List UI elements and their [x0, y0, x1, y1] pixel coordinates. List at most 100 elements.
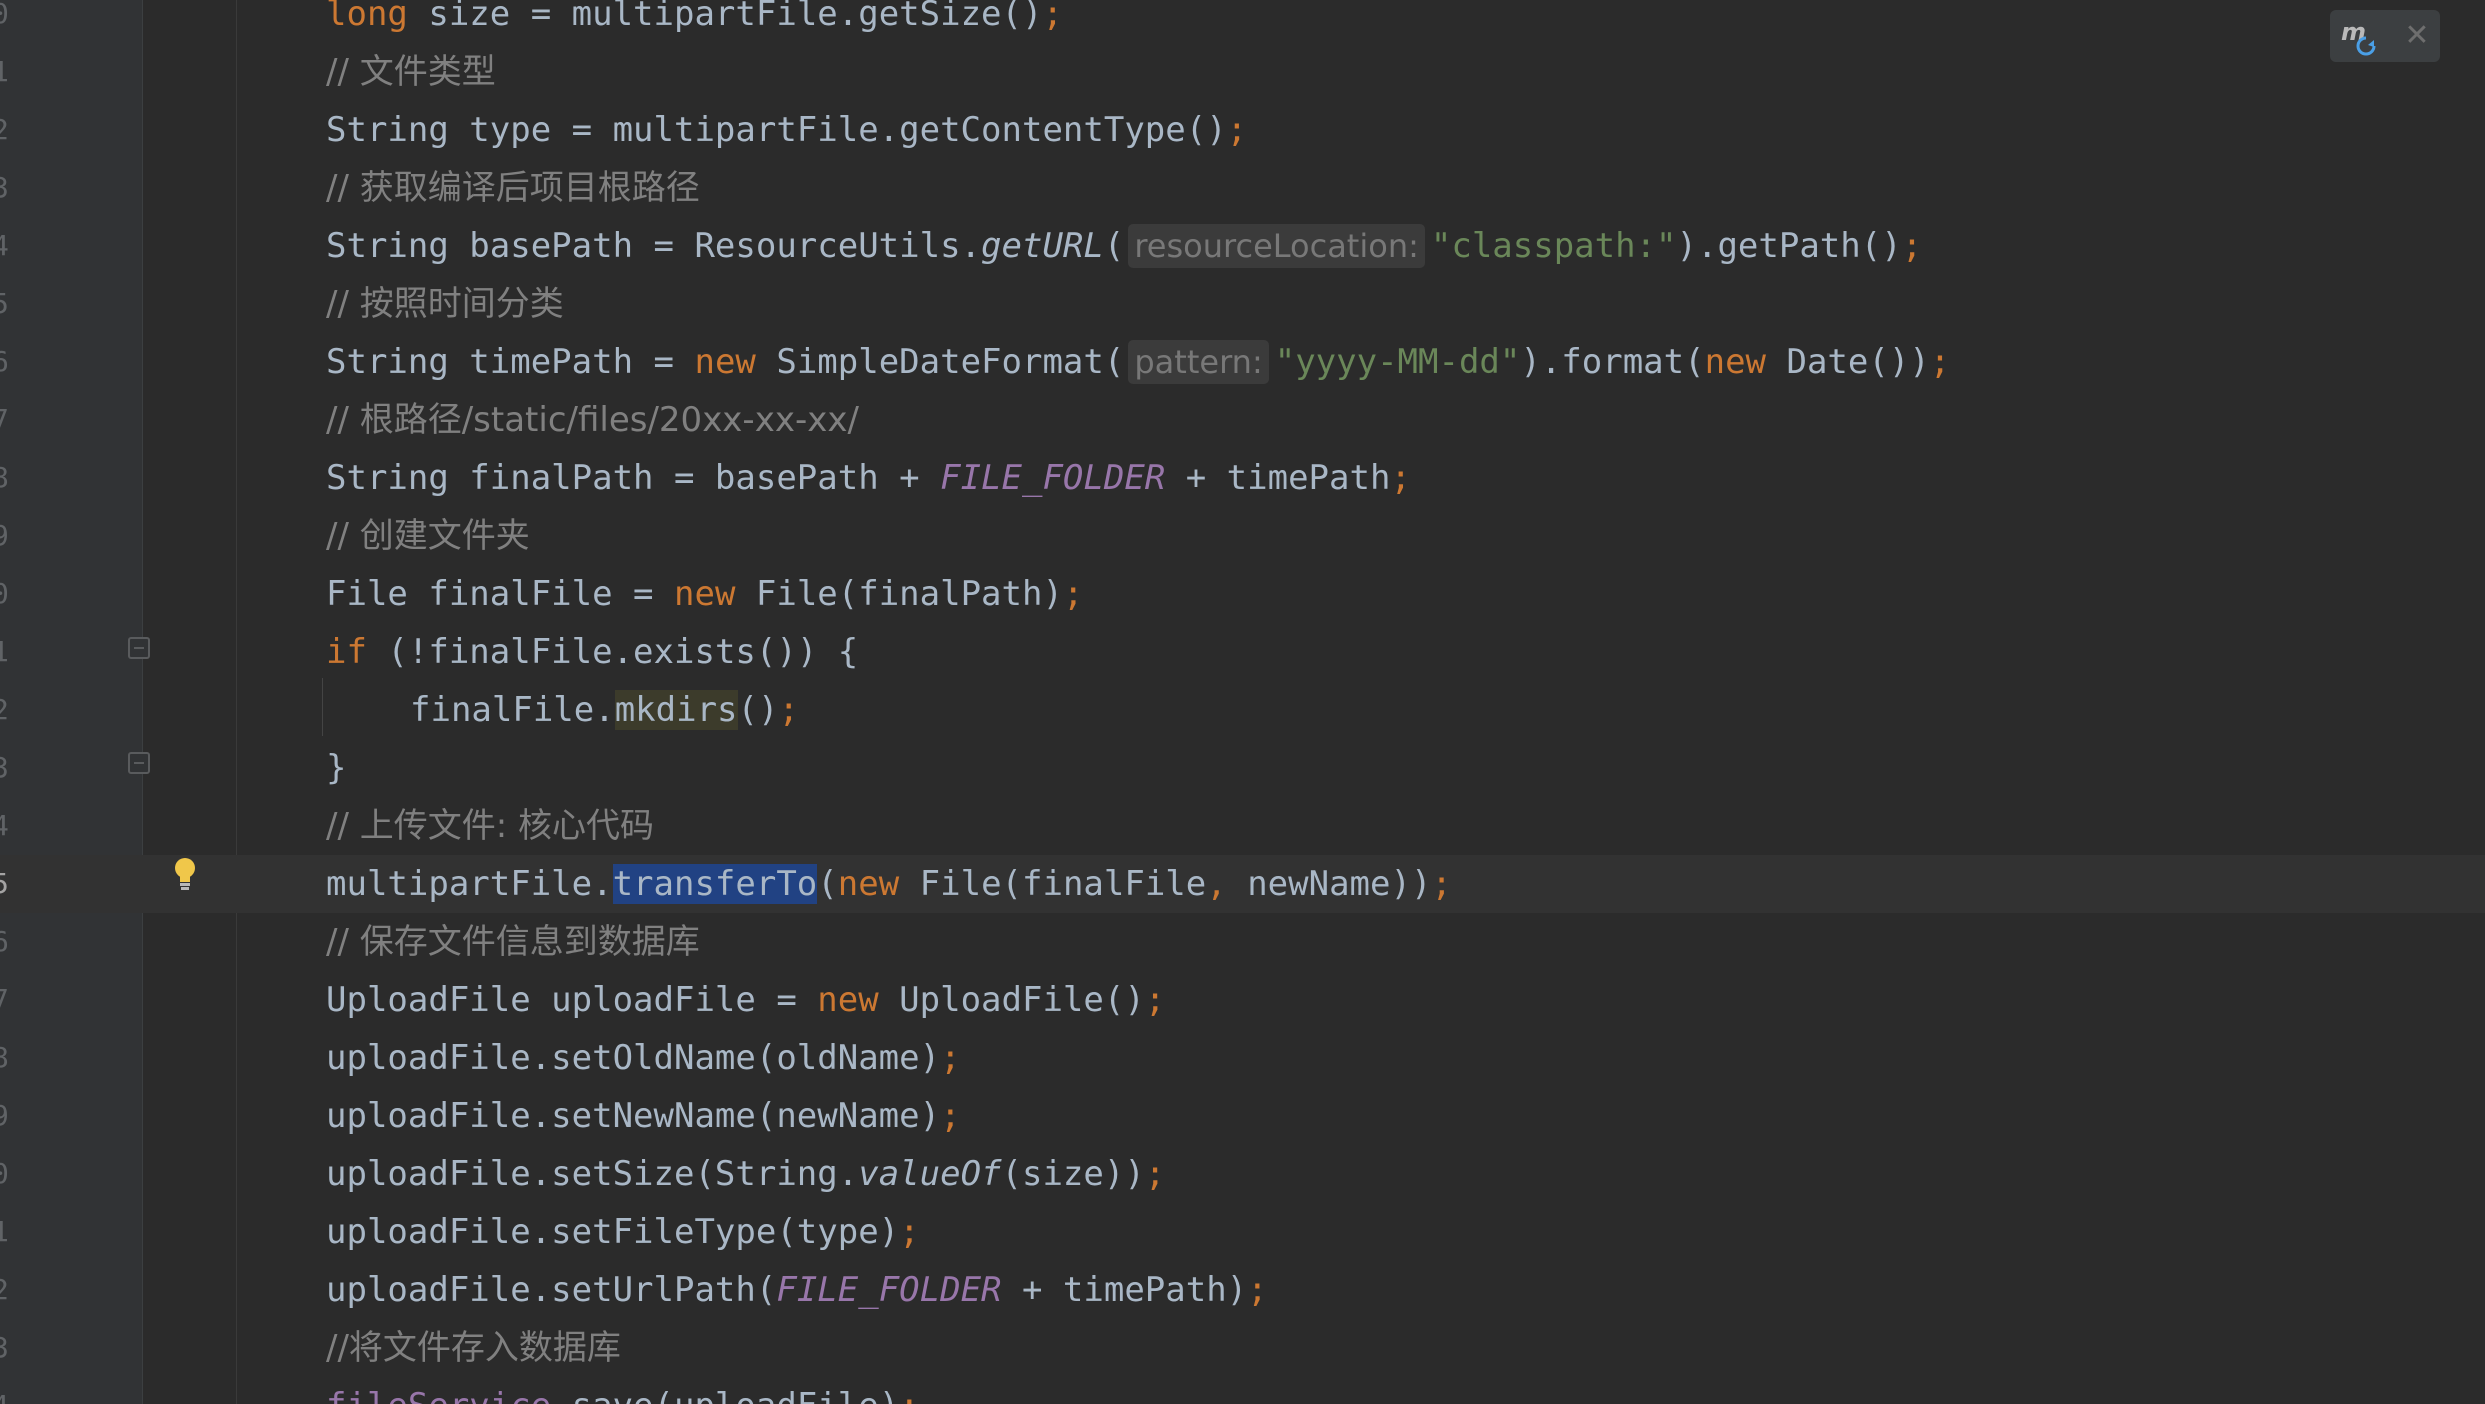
close-icon[interactable]: ✕	[2402, 16, 2432, 56]
highlighted-word: mkdirs	[614, 690, 738, 730]
code-line[interactable]: 0 long size = multipartFile.getSize();	[0, 0, 2485, 43]
line-number[interactable]: 6	[0, 913, 12, 971]
code-line[interactable]: 1 if (!finalFile.exists()) {	[0, 623, 2485, 681]
line-number[interactable]: 1	[0, 1203, 12, 1261]
code-line[interactable]: 1 // 文件类型	[0, 43, 2485, 101]
code-text[interactable]: uploadFile.setOldName(oldName);	[326, 1029, 961, 1087]
code-token: ,	[1206, 864, 1227, 904]
code-text[interactable]: // 根路径/static/files/20xx-xx-xx/	[326, 391, 859, 449]
code-line[interactable]: 4 // 上传文件: 核心代码	[0, 797, 2485, 855]
line-number[interactable]: 0	[0, 1145, 12, 1203]
line-number[interactable]: 5	[0, 855, 12, 913]
line-number[interactable]: 5	[0, 275, 12, 333]
code-line[interactable]: 8 uploadFile.setOldName(oldName);	[0, 1029, 2485, 1087]
code-line[interactable]: 6 // 保存文件信息到数据库	[0, 913, 2485, 971]
line-number[interactable]: 1	[0, 623, 12, 681]
code-line[interactable]: 5 // 按照时间分类	[0, 275, 2485, 333]
line-number[interactable]: 2	[0, 1261, 12, 1319]
code-text[interactable]: UploadFile uploadFile = new UploadFile()…	[326, 971, 1165, 1029]
code-text[interactable]: uploadFile.setNewName(newName);	[326, 1087, 961, 1145]
fold-collapse-icon[interactable]	[128, 637, 150, 659]
code-text[interactable]: // 创建文件夹	[326, 507, 530, 565]
line-number[interactable]: 6	[0, 333, 12, 391]
line-number[interactable]: 9	[0, 507, 12, 565]
code-line[interactable]: 4 String basePath = ResourceUtils.getURL(…	[0, 217, 2485, 275]
code-line[interactable]: 2 String type = multipartFile.getContentT…	[0, 101, 2485, 159]
code-line[interactable]: 7 UploadFile uploadFile = new UploadFile(…	[0, 971, 2485, 1029]
code-text[interactable]: String finalPath = basePath + FILE_FOLDE…	[326, 449, 1411, 507]
code-editor[interactable]: 0 long size = multipartFile.getSize(); 1 //…	[0, 0, 2485, 1404]
code-line[interactable]: 4 fileService.save(uploadFile);	[0, 1377, 2485, 1404]
line-number[interactable]: 4	[0, 797, 12, 855]
code-line[interactable]: 1 uploadFile.setFileType(type);	[0, 1203, 2485, 1261]
line-number[interactable]: 0	[0, 0, 12, 43]
code-line[interactable]: 9 uploadFile.setNewName(newName);	[0, 1087, 2485, 1145]
code-token: FILE_FOLDER	[940, 458, 1166, 498]
code-token: ;	[940, 1038, 961, 1078]
code-token: // 上传文件: 核心代码	[326, 806, 654, 846]
line-number[interactable]: 3	[0, 739, 12, 797]
line-number[interactable]: 9	[0, 1087, 12, 1145]
code-line[interactable]: 3}	[0, 739, 2485, 797]
line-number[interactable]: 8	[0, 449, 12, 507]
code-line[interactable]: 8 String finalPath = basePath + FILE_FOLD…	[0, 449, 2485, 507]
code-token: new	[694, 342, 756, 382]
line-number[interactable]: 7	[0, 971, 12, 1029]
code-token: ;	[1929, 342, 1951, 382]
line-number[interactable]: 1	[0, 43, 12, 101]
code-line[interactable]: 5 multipartFile.transferTo(new File(final…	[0, 855, 2485, 913]
code-text[interactable]: // 保存文件信息到数据库	[326, 913, 700, 971]
line-number[interactable]: 3	[0, 1319, 12, 1377]
code-token: ;	[1901, 226, 1923, 266]
code-token: new	[817, 980, 879, 1020]
code-line[interactable]: 6 String timePath = new SimpleDateFormat(…	[0, 333, 2485, 391]
line-number[interactable]: 3	[0, 159, 12, 217]
line-number[interactable]: 7	[0, 391, 12, 449]
line-number[interactable]: 0	[0, 565, 12, 623]
code-text[interactable]: // 上传文件: 核心代码	[326, 797, 654, 855]
code-text[interactable]: finalFile.mkdirs();	[410, 681, 799, 739]
lightbulb-icon[interactable]	[172, 856, 198, 894]
code-line[interactable]: 0 uploadFile.setSize(String.valueOf(size)…	[0, 1145, 2485, 1203]
code-text[interactable]: // 文件类型	[326, 43, 496, 101]
code-token: fileService	[326, 1386, 551, 1404]
code-line[interactable]: 2 uploadFile.setUrlPath(FILE_FOLDER + tim…	[0, 1261, 2485, 1319]
line-number[interactable]: 8	[0, 1029, 12, 1087]
code-line[interactable]: 9 // 创建文件夹	[0, 507, 2485, 565]
code-text[interactable]: fileService.save(uploadFile);	[326, 1377, 920, 1404]
code-token: ;	[1247, 1270, 1268, 1310]
code-token: ;	[899, 1386, 919, 1404]
code-text[interactable]: }	[326, 739, 346, 797]
code-text[interactable]: String basePath = ResourceUtils.getURL(r…	[326, 217, 1922, 275]
maven-reload-icon[interactable]: m	[2340, 16, 2384, 56]
code-text[interactable]: if (!finalFile.exists()) {	[326, 623, 858, 681]
code-line[interactable]: 7 // 根路径/static/files/20xx-xx-xx/	[0, 391, 2485, 449]
line-number[interactable]: 4	[0, 217, 12, 275]
code-token: new	[1704, 342, 1767, 382]
code-text[interactable]: multipartFile.transferTo(new File(finalF…	[326, 855, 1452, 913]
code-text[interactable]: String type = multipartFile.getContentTy…	[326, 101, 1247, 159]
code-line[interactable]: 3 //将文件存入数据库	[0, 1319, 2485, 1377]
code-token: ;	[1144, 980, 1166, 1020]
code-token: ;	[1431, 864, 1452, 904]
maven-sync-widget: m ✕	[2330, 10, 2440, 62]
code-line[interactable]: 0 File finalFile = new File(finalPath);	[0, 565, 2485, 623]
code-text[interactable]: // 按照时间分类	[326, 275, 564, 333]
fold-end-icon[interactable]	[128, 752, 150, 774]
code-text[interactable]: uploadFile.setUrlPath(FILE_FOLDER + time…	[326, 1261, 1268, 1319]
code-line[interactable]: 3 // 获取编译后项目根路径	[0, 159, 2485, 217]
code-token: // 按照时间分类	[326, 284, 564, 324]
code-text[interactable]: // 获取编译后项目根路径	[326, 159, 700, 217]
line-number[interactable]: 2	[0, 101, 12, 159]
line-number[interactable]: 2	[0, 681, 12, 739]
code-text[interactable]: uploadFile.setFileType(type);	[326, 1203, 920, 1261]
code-text[interactable]: File finalFile = new File(finalPath);	[326, 565, 1083, 623]
code-text[interactable]: String timePath = new SimpleDateFormat(p…	[326, 333, 1950, 391]
code-text[interactable]: uploadFile.setSize(String.valueOf(size))…	[326, 1145, 1165, 1203]
line-number[interactable]: 4	[0, 1377, 12, 1404]
code-line[interactable]: 2 finalFile.mkdirs();	[0, 681, 2485, 739]
code-text[interactable]: //将文件存入数据库	[326, 1319, 621, 1377]
code-token: ;	[1226, 110, 1248, 150]
code-token: // 获取编译后项目根路径	[326, 168, 700, 208]
code-text[interactable]: long size = multipartFile.getSize();	[326, 0, 1063, 43]
